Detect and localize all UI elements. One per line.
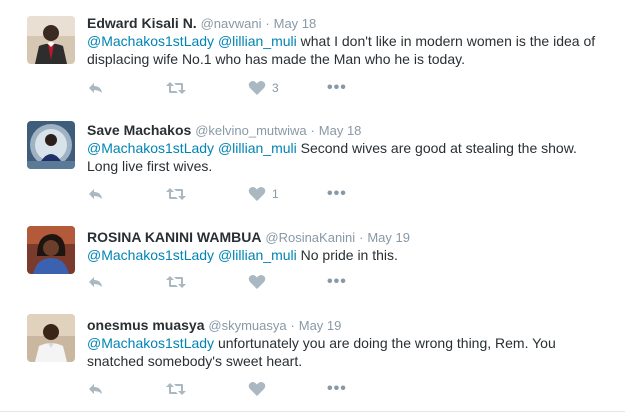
avatar-woman-icon: [27, 226, 75, 274]
tweet-header: onesmus muasya @skymuasya · May 19: [87, 316, 341, 335]
tweet-item[interactable]: onesmus muasya @skymuasya · May 19 @Mach…: [0, 302, 625, 412]
timestamp[interactable]: May 19: [299, 318, 342, 333]
avatar[interactable]: [27, 226, 75, 274]
reply-button[interactable]: [87, 379, 105, 399]
avatar[interactable]: [27, 16, 75, 64]
mention-link[interactable]: @Machakos1stLady: [87, 140, 214, 156]
display-name[interactable]: Edward Kisali N.: [87, 15, 197, 31]
mention-link[interactable]: @lillian_muli: [218, 140, 297, 156]
separator: ·: [359, 230, 364, 245]
like-button[interactable]: 1: [248, 184, 279, 204]
timestamp[interactable]: May 18: [319, 123, 362, 138]
avatar-man-white-shirt-icon: [27, 314, 75, 362]
heart-icon: [248, 187, 266, 201]
like-count: 1: [272, 187, 279, 201]
retweet-button[interactable]: [165, 272, 187, 292]
retweet-button[interactable]: [165, 379, 187, 399]
tweet-text: @Machakos1stLady unfortunately you are d…: [87, 334, 607, 370]
handle[interactable]: @skymuasya: [208, 318, 286, 333]
like-button[interactable]: [248, 272, 266, 292]
more-button[interactable]: •••: [327, 78, 347, 98]
heart-icon: [248, 81, 266, 95]
more-icon: •••: [327, 79, 347, 96]
like-button[interactable]: 3: [248, 78, 279, 98]
like-count: 3: [272, 81, 279, 95]
more-icon: •••: [327, 380, 347, 397]
tweet-text: @Machakos1stLady @lillian_muli what I do…: [87, 32, 607, 68]
tweet-item[interactable]: Save Machakos @kelvino_mutwiwa · May 18 …: [0, 107, 625, 215]
handle[interactable]: @kelvino_mutwiwa: [195, 123, 306, 138]
more-icon: •••: [327, 185, 347, 202]
tweet-text: @Machakos1stLady @lillian_muli No pride …: [87, 246, 607, 264]
timestamp[interactable]: May 19: [367, 230, 410, 245]
timeline: Edward Kisali N. @navwani · May 18 @Mach…: [0, 0, 625, 412]
mention-link[interactable]: @Machakos1stLady: [87, 335, 214, 351]
avatar[interactable]: [27, 314, 75, 362]
tweet-item[interactable]: ROSINA KANINI WAMBUA @RosinaKanini · May…: [0, 214, 625, 303]
mention-link[interactable]: @Machakos1stLady: [87, 247, 214, 263]
reply-button[interactable]: [87, 272, 105, 292]
tweet-body: No pride in this.: [300, 247, 398, 263]
display-name[interactable]: ROSINA KANINI WAMBUA: [87, 229, 261, 245]
mention-link[interactable]: @lillian_muli: [218, 33, 297, 49]
separator: ·: [310, 123, 315, 138]
reply-icon: [89, 189, 102, 199]
reply-icon: [89, 83, 102, 93]
tweet-header: Edward Kisali N. @navwani · May 18: [87, 14, 316, 33]
reply-icon: [89, 384, 102, 394]
handle[interactable]: @navwani: [201, 16, 262, 31]
tweet-text: @Machakos1stLady @lillian_muli Second wi…: [87, 139, 607, 175]
mention-link[interactable]: @Machakos1stLady: [87, 33, 214, 49]
retweet-icon: [166, 276, 186, 288]
retweet-button[interactable]: [165, 78, 187, 98]
heart-icon: [248, 275, 266, 289]
tweet-header: ROSINA KANINI WAMBUA @RosinaKanini · May…: [87, 228, 410, 247]
separator: ·: [290, 318, 295, 333]
retweet-icon: [166, 82, 186, 94]
timestamp[interactable]: May 18: [274, 16, 317, 31]
avatar-person-circle-frame-icon: [27, 121, 75, 169]
retweet-icon: [166, 383, 186, 395]
more-button[interactable]: •••: [327, 379, 347, 399]
mention-link[interactable]: @lillian_muli: [218, 247, 297, 263]
reply-button[interactable]: [87, 78, 105, 98]
display-name[interactable]: Save Machakos: [87, 122, 191, 138]
reply-icon: [89, 277, 102, 287]
tweet-header: Save Machakos @kelvino_mutwiwa · May 18: [87, 121, 361, 140]
reply-button[interactable]: [87, 184, 105, 204]
more-button[interactable]: •••: [327, 272, 347, 292]
handle[interactable]: @RosinaKanini: [265, 230, 355, 245]
display-name[interactable]: onesmus muasya: [87, 317, 205, 333]
tweet-item[interactable]: Edward Kisali N. @navwani · May 18 @Mach…: [0, 0, 625, 108]
more-icon: •••: [327, 273, 347, 290]
more-button[interactable]: •••: [327, 184, 347, 204]
avatar[interactable]: [27, 121, 75, 169]
avatar-man-in-suit-icon: [27, 16, 75, 64]
like-button[interactable]: [248, 379, 266, 399]
separator: ·: [265, 16, 270, 31]
retweet-icon: [166, 188, 186, 200]
heart-icon: [248, 382, 266, 396]
retweet-button[interactable]: [165, 184, 187, 204]
